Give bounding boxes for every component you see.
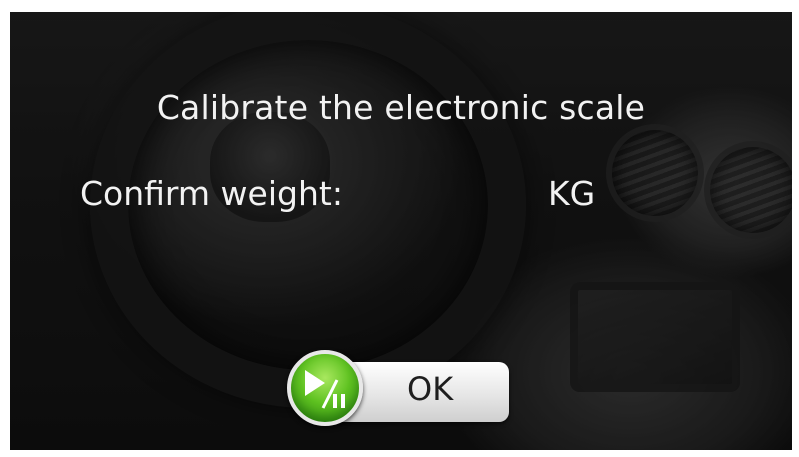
weight-unit-label: KG [548, 174, 596, 213]
ok-button-label: OK [407, 370, 454, 408]
confirm-weight-label: Confirm weight: [80, 174, 343, 213]
app-frame: Calibrate the electronic scale Confirm w… [0, 0, 799, 457]
dialog-title: Calibrate the electronic scale [156, 88, 646, 127]
ok-button[interactable]: OK [287, 350, 511, 428]
calibration-screen: Calibrate the electronic scale Confirm w… [10, 12, 792, 450]
play-pause-icon[interactable] [287, 350, 363, 426]
